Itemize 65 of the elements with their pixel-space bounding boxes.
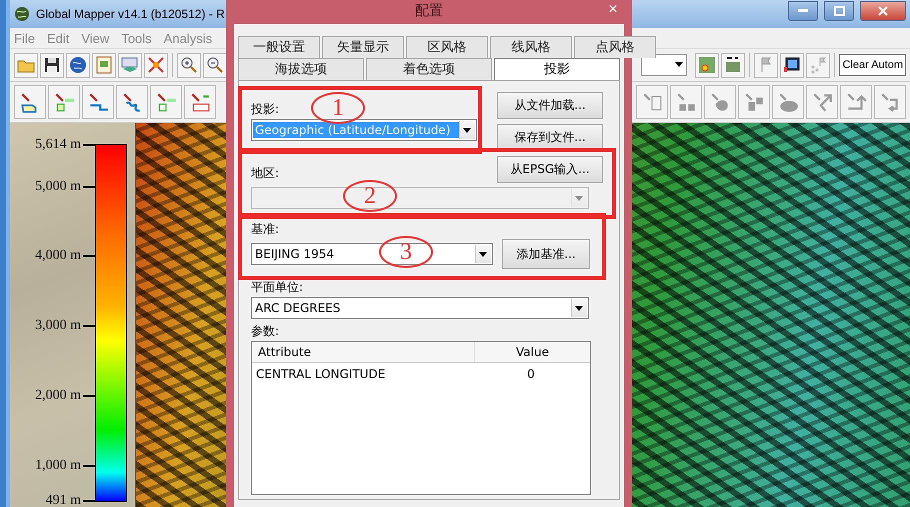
dropdown[interactable] [641,54,688,76]
document-icon [94,55,114,75]
maximize-icon [834,6,844,16]
window-title: Global Mapper v14.1 (b120512) - R [36,7,225,21]
dialog-title: 配置 [415,2,443,20]
maximize-button[interactable] [824,1,854,21]
tab[interactable]: 着色选项 [366,58,492,80]
minimize-button[interactable] [788,1,818,21]
draw-area-icon [53,91,75,113]
field-label: 平面单位: [251,279,304,296]
legend-label: 5,614 m [35,137,81,153]
tab[interactable]: 投影 [494,58,620,80]
monitor-icon [782,55,802,75]
terrain-sun-icon [697,55,718,75]
column-header[interactable]: Value [475,342,590,362]
legend-label: 4,000 m [35,248,81,264]
edit-angle-icon [811,91,833,113]
tab[interactable]: 一般设置 [238,36,320,58]
minimize-icon [798,9,808,13]
draw-line-icon [155,91,177,113]
dropdown-arrow-icon [675,62,684,67]
annotation-number: 2 [343,180,397,212]
toolbar-button[interactable] [780,52,804,78]
layers-icon [120,55,140,75]
units-dropdown[interactable]: ARC DEGREES [251,297,589,319]
toolbar-button[interactable] [721,52,746,78]
close-icon [878,6,888,16]
legend-label: 5,000 m [35,179,81,195]
draw-line-icon [87,91,109,113]
legend-label: 3,000 m [35,318,81,334]
annotation-number: 1 [311,92,365,124]
field-label: 地区: [251,165,280,182]
zoom-in-icon [179,55,199,75]
toolbar-button[interactable] [177,52,201,78]
tab[interactable]: 区风格 [406,36,488,58]
table-cell-text: 0 [526,366,536,383]
column-header[interactable]: Attribute [252,342,475,362]
globe-icon [14,6,30,22]
tab[interactable]: 矢量显示 [322,36,404,58]
field-label: 投影: [251,101,280,118]
edit-blob-icon [777,91,799,113]
tools-icon [146,55,166,75]
add-datum-button[interactable]: 添加基准... [502,239,590,269]
annotation-number: 3 [379,236,433,268]
close-button[interactable] [860,1,906,21]
tab[interactable]: 线风格 [490,36,572,58]
zoom-out-icon [205,55,225,75]
legend-label: 2,000 m [35,388,81,404]
edit-split-icon [743,91,765,113]
draw-contour-icon [189,91,211,113]
dialog-button[interactable]: 从文件加载... [497,92,603,119]
field-label: 基准: [251,221,280,238]
legend-label: 1,000 m [35,458,81,474]
legend-label: 491 m [46,493,81,507]
edit-grid-icon [641,91,663,113]
table-cell-text: CENTRAL LONGITUDE [255,366,386,383]
field-label: 参数: [251,323,280,340]
dialog-button[interactable]: 从EPSG输入... [497,156,603,183]
tab[interactable]: 海拔选项 [238,58,364,80]
globe-icon [68,55,88,75]
toolbar-button[interactable] [203,52,227,78]
toolbar-button[interactable] [40,52,64,78]
text-field[interactable]: Clear Autom [839,54,906,76]
tab[interactable]: 点风格 [574,36,656,58]
edit-merge-icon [675,91,697,113]
